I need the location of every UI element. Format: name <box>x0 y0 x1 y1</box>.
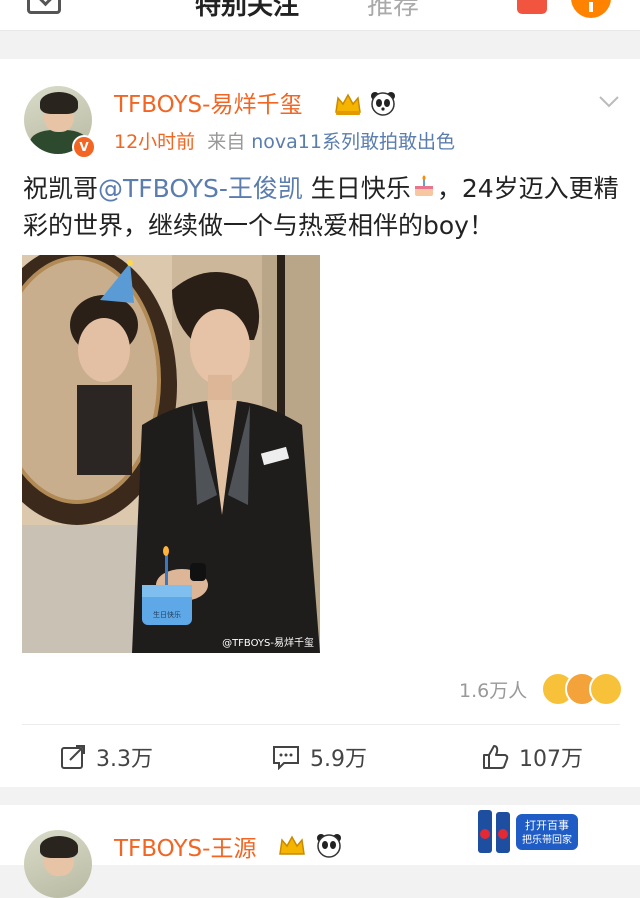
source-device[interactable]: nova11系列敢拍敢出色 <box>251 131 455 153</box>
pepsi-ad-banner[interactable]: 打开百事 把乐带回家 <box>476 808 580 853</box>
avatar-next[interactable] <box>24 830 92 898</box>
mention-link[interactable]: @TFBOYS-王俊凯 <box>98 174 303 203</box>
cake-label: 生日快乐 <box>153 610 181 619</box>
smile-face-icon <box>589 672 623 706</box>
cake-icon <box>414 175 433 196</box>
tab-special-follow[interactable]: 特别关注 <box>195 0 300 24</box>
dropdown-icon[interactable] <box>27 0 61 14</box>
tab-recommend[interactable]: 推荐 <box>367 0 419 24</box>
post-image[interactable]: 生日快乐 @TFBOYS-易烊千玺 <box>22 255 320 653</box>
divider <box>22 724 620 725</box>
repost-count: 3.3万 <box>96 747 153 772</box>
like-button[interactable]: 107万 <box>481 740 583 774</box>
post-text-part: 生日快乐 <box>302 174 411 203</box>
like-count: 107万 <box>519 747 583 772</box>
post-meta: 12小时前 来自 nova11系列敢拍敢出色 <box>114 128 455 156</box>
thumbs-up-icon <box>483 745 509 769</box>
likes-summary[interactable]: 1.6万人 <box>459 676 527 703</box>
panda-icon <box>317 834 341 858</box>
share-icon <box>61 745 85 769</box>
reaction-emojis[interactable] <box>541 672 623 706</box>
verified-badge-icon: V <box>72 135 96 159</box>
image-watermark: @TFBOYS-易烊千玺 <box>222 638 314 649</box>
source-prefix: 来自 <box>207 131 246 153</box>
post-text: 祝凯哥@TFBOYS-王俊凯 生日快乐 ，24岁迈入更精彩的世界，继续做一个与热… <box>23 170 623 244</box>
ad-line-2: 把乐带回家 <box>522 833 572 846</box>
crown-icon <box>335 93 361 115</box>
post-time: 12小时前 <box>114 131 196 153</box>
crown-icon <box>279 835 305 855</box>
compose-icon[interactable] <box>571 0 611 18</box>
notification-icon[interactable] <box>517 0 547 14</box>
top-nav-bar: 特别关注 推荐 <box>0 0 640 31</box>
comment-icon <box>273 746 299 770</box>
next-post-username[interactable]: TFBOYS-王源 <box>114 834 256 864</box>
comment-button[interactable]: 5.9万 <box>272 740 367 774</box>
post-text-part: 祝凯哥 <box>23 174 99 203</box>
post-username[interactable]: TFBOYS-易烊千玺 <box>114 90 302 120</box>
ad-line-1: 打开百事 <box>525 818 569 832</box>
repost-button[interactable]: 3.3万 <box>60 740 153 774</box>
photo-illustration: 生日快乐 <box>22 255 320 653</box>
panda-icon <box>371 92 395 116</box>
comment-count: 5.9万 <box>310 747 367 772</box>
chevron-down-icon[interactable] <box>598 90 620 112</box>
